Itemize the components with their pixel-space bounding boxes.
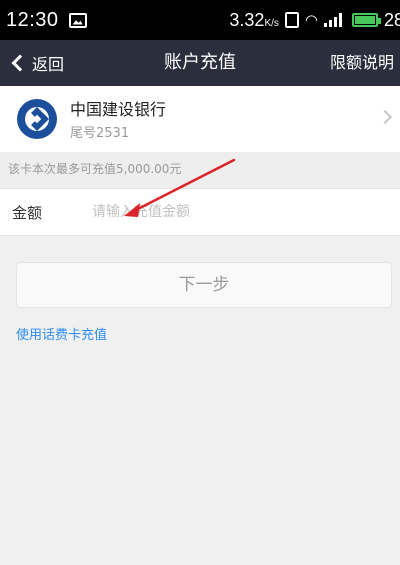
next-step-button[interactable]: 下一步 [16, 262, 392, 308]
limit-explanation-button[interactable]: 限额说明 [330, 40, 394, 86]
data-speed: 3.32K/s [229, 10, 279, 31]
amount-label: 金额 [12, 204, 43, 222]
data-speed-value: 3.32 [229, 9, 265, 30]
bank-card-selector[interactable]: 中国建设银行 尾号2531 [0, 86, 400, 152]
data-speed-unit: K/s [264, 17, 279, 29]
status-time: 12:30 [6, 8, 59, 31]
gallery-icon [68, 12, 87, 28]
wifi-icon: ◠ [304, 10, 318, 29]
amount-row: 金额 [0, 188, 400, 236]
chevron-right-icon [377, 109, 393, 125]
vibrate-icon [284, 12, 299, 28]
amount-input[interactable] [92, 195, 382, 229]
limit-hint: 该卡本次最多可充值5,000.00元 [0, 152, 400, 188]
nav-bar: 返回 账户充值 限额说明 [0, 40, 400, 86]
back-label: 返回 [32, 55, 65, 74]
phone-card-recharge-link[interactable]: 使用话费卡充值 [16, 324, 107, 343]
ccb-logo-icon [17, 99, 57, 139]
status-bar: 12:30 3.32K/s ◠ 28 [0, 0, 400, 40]
status-right-group: 3.32K/s ◠ 28 [229, 0, 400, 40]
back-button[interactable]: 返回 [10, 40, 64, 86]
signal-icon [324, 13, 346, 27]
chevron-left-icon [11, 54, 29, 72]
bank-name: 中国建设银行 [70, 100, 167, 119]
battery-level: 28 [384, 9, 400, 30]
battery-icon [352, 13, 381, 27]
card-tail-number: 尾号2531 [70, 126, 130, 141]
